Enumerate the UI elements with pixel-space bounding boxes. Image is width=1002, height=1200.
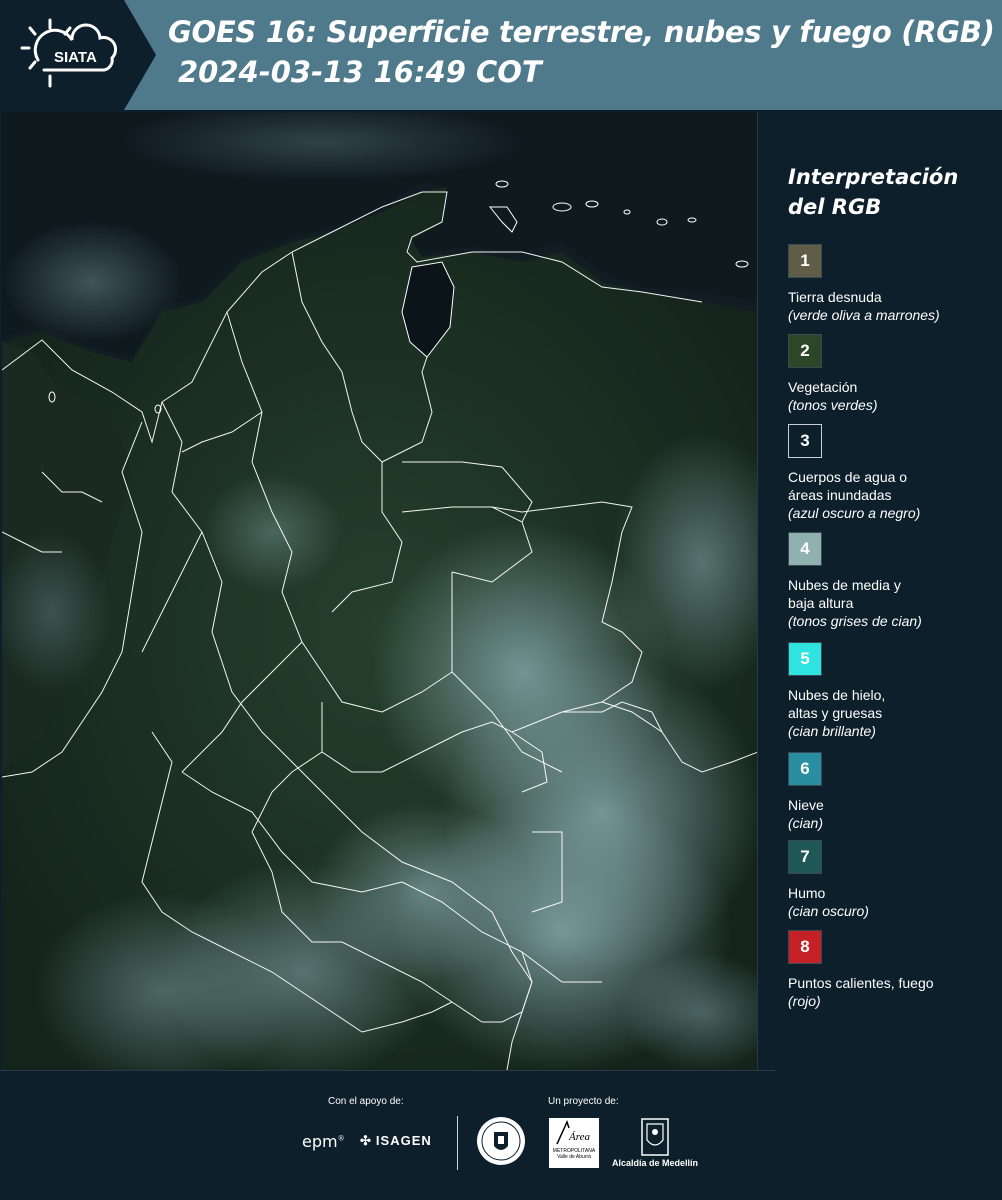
legend-item-desc: (verde oliva a marrones) (788, 307, 940, 323)
epm-logo: epm® (302, 1132, 345, 1151)
siata-logo-text: SIATA (54, 49, 97, 66)
antioquia-seal-icon (477, 1117, 525, 1165)
legend-item-desc: (rojo) (788, 993, 821, 1009)
area-logo-word: Área (568, 1131, 590, 1143)
legend-item-desc: (cian) (788, 815, 824, 831)
legend-swatch-3: 3 (788, 424, 822, 458)
support-caption: Con el apoyo de: (328, 1096, 404, 1107)
legend-item-5: 5 Nubes de hielo, altas y gruesas (cian … (788, 642, 998, 740)
footer-divider (457, 1116, 458, 1170)
isagen-logo-text: ISAGEN (375, 1133, 432, 1148)
legend-item-8: 8 Puntos calientes, fuego (rojo) (788, 930, 998, 1010)
legend-item-1: 1 Tierra desnuda (verde oliva a marrones… (788, 244, 998, 324)
legend-item-name: Puntos calientes, fuego (788, 975, 934, 991)
legend-item-desc: (tonos verdes) (788, 397, 878, 413)
legend-swatch-6: 6 (788, 752, 822, 786)
header-bar: SIATA GOES 16: Superficie terrestre, nub… (0, 0, 1002, 110)
legend-swatch-2: 2 (788, 334, 822, 368)
project-caption: Un proyecto de: (548, 1096, 619, 1107)
legend-item-2: 2 Vegetación (tonos verdes) (788, 334, 998, 414)
legend-item-3: 3 Cuerpos de agua o áreas inundadas (azu… (788, 424, 998, 522)
footer: Con el apoyo de: Un proyecto de: epm® ✣ I… (0, 1070, 1002, 1200)
legend-item-name: Nubes de media y baja altura (788, 577, 901, 611)
satellite-map (2, 112, 758, 1070)
legend-swatch-8: 8 (788, 930, 822, 964)
siata-logo: SIATA (0, 0, 160, 110)
legend-swatch-4: 4 (788, 532, 822, 566)
medellin-shield-icon (641, 1118, 669, 1156)
legend-item-desc: (azul oscuro a negro) (788, 505, 921, 521)
area-logo-caption: METROPOLITANA Valle de Aburrá (552, 1148, 596, 1160)
epm-logo-text: epm (302, 1132, 338, 1151)
page-title: GOES 16: Superficie terrestre, nubes y f… (168, 15, 995, 49)
legend-title: Interpretación del RGB (788, 165, 959, 219)
image-datetime: 2024-03-13 16:49 COT (178, 55, 542, 89)
legend-swatch-1: 1 (788, 244, 822, 278)
legend-item-6: 6 Nieve (cian) (788, 752, 998, 832)
legend-item-name: Humo (788, 885, 826, 901)
legend-item-name: Tierra desnuda (788, 289, 882, 305)
legend-swatch-5: 5 (788, 642, 822, 676)
legend-item-name: Nubes de hielo, altas y gruesas (788, 687, 886, 721)
legend-swatch-7: 7 (788, 840, 822, 874)
legend-item-4: 4 Nubes de media y baja altura (tonos gr… (788, 532, 998, 630)
legend-item-name: Vegetación (788, 379, 858, 395)
legend-item-7: 7 Humo (cian oscuro) (788, 840, 998, 920)
legend-panel: Interpretación del RGB 1 Tierra desnuda … (760, 112, 1002, 1070)
legend-item-desc: (cian brillante) (788, 723, 876, 739)
isagen-logo: ✣ ISAGEN (360, 1133, 432, 1149)
legend-item-name: Cuerpos de agua o áreas inundadas (788, 469, 908, 503)
isagen-mark-icon: ✣ (360, 1133, 372, 1148)
legend-item-desc: (tonos grises de cian) (788, 613, 922, 629)
alcaldia-label: Alcaldía de Medellín (612, 1158, 699, 1168)
legend-item-name: Nieve (788, 797, 824, 813)
legend-item-desc: (cian oscuro) (788, 903, 869, 919)
footer-divider-line (0, 1070, 775, 1071)
area-metropolitana-logo: Área METROPOLITANA Valle de Aburrá (549, 1118, 599, 1168)
